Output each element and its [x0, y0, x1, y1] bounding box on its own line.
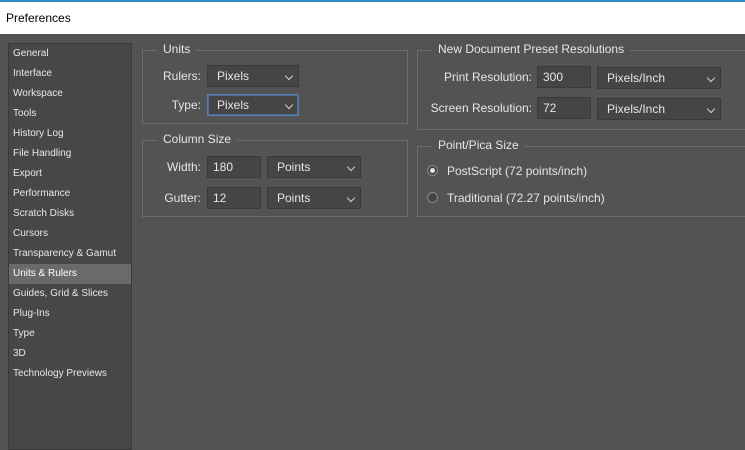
preset-resolutions-legend: New Document Preset Resolutions [432, 42, 631, 56]
traditional-radio[interactable] [427, 192, 438, 203]
rulers-select-value: Pixels [217, 69, 250, 83]
postscript-radio[interactable] [427, 165, 438, 176]
gutter-unit-select[interactable]: Points [267, 187, 361, 209]
preferences-sidebar: General Interface Workspace Tools History Lo… [8, 43, 132, 450]
chevron-down-icon [284, 100, 294, 110]
width-unit-select[interactable]: Points [267, 156, 361, 178]
gutter-input[interactable]: 12 [207, 187, 261, 209]
sidebar-item[interactable]: Tools [9, 104, 131, 124]
screen-resolution-unit-value: Pixels/Inch [607, 102, 666, 116]
screen-resolution-unit-select[interactable]: Pixels/Inch [597, 98, 721, 120]
rulers-select[interactable]: Pixels [207, 65, 299, 87]
width-input[interactable]: 180 [207, 156, 261, 178]
width-label: Width: [166, 160, 201, 174]
units-group: Units Rulers: Pixels Type: Pixels [142, 42, 408, 124]
chevron-down-icon [346, 162, 356, 172]
chevron-down-icon [706, 104, 716, 114]
gutter-unit-value: Points [277, 191, 311, 205]
type-select-value: Pixels [217, 98, 250, 112]
sidebar-item[interactable]: Export [9, 164, 131, 184]
chevron-down-icon [346, 193, 356, 203]
postscript-radio-option[interactable]: PostScript (72 points/inch) [427, 164, 727, 180]
traditional-radio-label: Traditional (72.27 points/inch) [447, 191, 605, 205]
type-label: Type: [171, 98, 201, 112]
print-resolution-label: Print Resolution: [443, 70, 532, 84]
column-size-group: Column Size Width: 180 Points Gutter: 12… [142, 132, 408, 217]
print-resolution-input[interactable]: 300 [537, 66, 591, 88]
column-size-legend: Column Size [157, 132, 238, 146]
sidebar-item[interactable]: Cursors [9, 224, 131, 244]
sidebar-item[interactable]: Plug-Ins [9, 304, 131, 324]
traditional-radio-option[interactable]: Traditional (72.27 points/inch) [427, 191, 727, 207]
sidebar-item[interactable]: History Log [9, 124, 131, 144]
sidebar-item[interactable]: Transparency & Gamut [9, 244, 131, 264]
width-unit-value: Points [277, 160, 311, 174]
sidebar-item[interactable]: 3D [9, 344, 131, 364]
sidebar-list: General Interface Workspace Tools History Lo… [9, 44, 131, 384]
print-resolution-unit-select[interactable]: Pixels/Inch [597, 67, 721, 89]
sidebar-item[interactable]: General [9, 44, 131, 64]
sidebar-item[interactable]: Units & Rulers [9, 264, 131, 284]
preset-resolutions-group: New Document Preset Resolutions Print Re… [417, 42, 745, 130]
point-pica-legend: Point/Pica Size [432, 138, 525, 152]
screen-resolution-label: Screen Resolution: [430, 101, 532, 115]
screen-resolution-input[interactable]: 72 [537, 97, 591, 119]
chevron-down-icon [284, 71, 294, 81]
sidebar-item[interactable]: File Handling [9, 144, 131, 164]
sidebar-item[interactable]: Guides, Grid & Slices [9, 284, 131, 304]
gutter-label: Gutter: [164, 191, 201, 205]
rulers-label: Rulers: [162, 69, 201, 83]
print-resolution-unit-value: Pixels/Inch [607, 71, 666, 85]
sidebar-item[interactable]: Scratch Disks [9, 204, 131, 224]
postscript-radio-label: PostScript (72 points/inch) [447, 164, 588, 178]
title-bar: Preferences [0, 0, 745, 34]
chevron-down-icon [706, 73, 716, 83]
sidebar-item[interactable]: Performance [9, 184, 131, 204]
sidebar-item[interactable]: Interface [9, 64, 131, 84]
sidebar-item[interactable]: Type [9, 324, 131, 344]
type-select[interactable]: Pixels [207, 94, 299, 116]
window-title: Preferences [6, 11, 71, 25]
point-pica-group: Point/Pica Size PostScript (72 points/in… [417, 138, 745, 217]
units-legend: Units [157, 42, 197, 56]
sidebar-item[interactable]: Technology Previews [9, 364, 131, 384]
sidebar-item[interactable]: Workspace [9, 84, 131, 104]
